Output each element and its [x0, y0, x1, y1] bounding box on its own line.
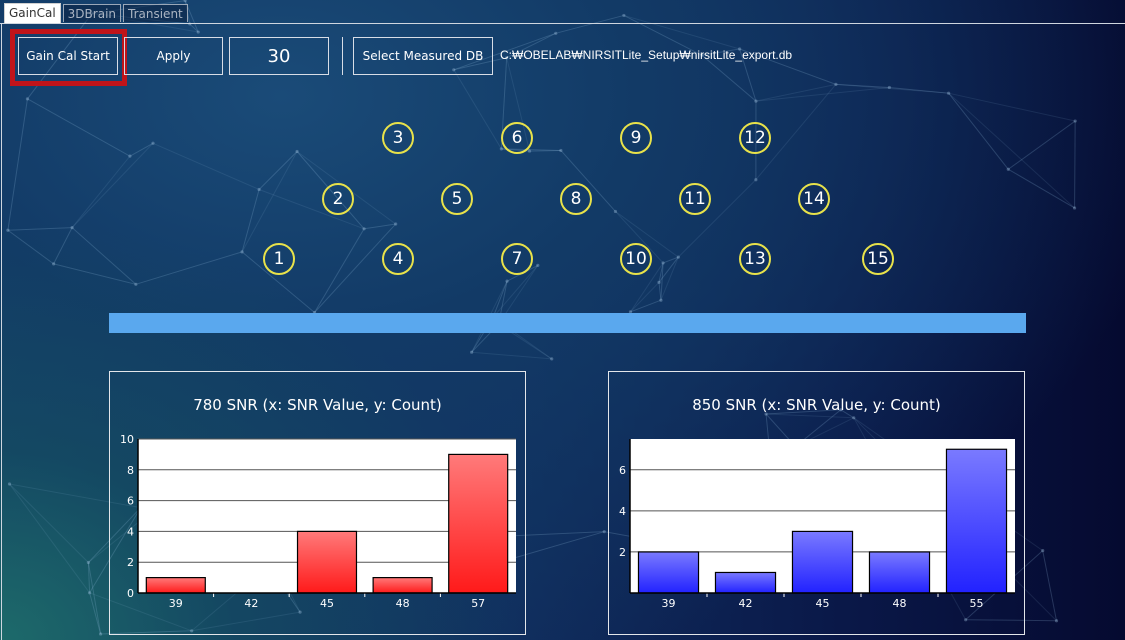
y-tick-label: 6: [619, 464, 626, 477]
bar: [945, 448, 1008, 594]
frame-left-border: [1, 23, 2, 640]
channel-8[interactable]: 8: [560, 183, 592, 215]
x-tick-label: 48: [893, 597, 907, 610]
chart-850-snr: 2 4 6 39 42 45 48 55: [619, 439, 1015, 610]
y-tick-label: 4: [127, 525, 134, 538]
channel-12[interactable]: 12: [739, 122, 771, 154]
chart-panel-850: 850 SNR (x: SNR Value, y: Count) 2 4 6 39 42…: [608, 371, 1025, 635]
bar: [145, 577, 206, 594]
toolbar-separator: [342, 37, 343, 75]
channel-5[interactable]: 5: [441, 183, 473, 215]
bar: [714, 571, 777, 594]
select-measured-db-button[interactable]: Select Measured DB: [353, 37, 493, 75]
y-tick-label: 2: [127, 556, 134, 569]
y-tick-label: 10: [120, 433, 134, 446]
bar: [637, 551, 700, 594]
channel-6[interactable]: 6: [501, 122, 533, 154]
bar: [296, 530, 358, 594]
x-tick-label: 45: [816, 597, 830, 610]
channel-7[interactable]: 7: [501, 243, 533, 275]
channel-15[interactable]: 15: [862, 243, 894, 275]
x-tick-label: 48: [396, 597, 410, 610]
tab-gaincal[interactable]: GainCal: [4, 3, 61, 23]
tab-divider: [0, 23, 1125, 24]
highlight-box: [10, 29, 127, 86]
bar: [372, 577, 433, 594]
y-tick-label: 6: [127, 495, 134, 508]
channel-2[interactable]: 2: [322, 183, 354, 215]
channel-13[interactable]: 13: [739, 243, 771, 275]
db-path-text: C:₩OBELAB₩NIRSITLite_Setup₩nirsitLite_ex…: [500, 48, 793, 62]
value-field[interactable]: 30: [229, 37, 329, 75]
x-tick-label: 57: [471, 597, 485, 610]
y-tick-label: 2: [619, 546, 626, 559]
chart-panel-780: 780 SNR (x: SNR Value, y: Count) 0 2 4 6 8 10…: [109, 371, 526, 635]
x-tick-label: 39: [662, 597, 676, 610]
channel-14[interactable]: 14: [798, 183, 830, 215]
bar: [868, 551, 931, 594]
x-tick-label: 42: [244, 597, 258, 610]
x-tick-label: 42: [739, 597, 753, 610]
x-tick-label: 45: [320, 597, 334, 610]
channel-3[interactable]: 3: [382, 122, 414, 154]
chart-780-snr: 0 2 4 6 8 10 39 42 45 48 57: [120, 433, 516, 610]
tab-transient[interactable]: Transient: [123, 4, 188, 22]
channel-9[interactable]: 9: [620, 122, 652, 154]
channel-11[interactable]: 11: [679, 183, 711, 215]
tab-3dbrain[interactable]: 3DBrain: [62, 4, 122, 22]
channel-1[interactable]: 1: [263, 243, 295, 275]
bar: [448, 453, 509, 594]
channel-10[interactable]: 10: [620, 243, 652, 275]
x-tick-label: 55: [970, 597, 984, 610]
x-tick-label: 39: [169, 597, 183, 610]
bar: [791, 530, 854, 594]
progress-bar: [109, 313, 1026, 333]
y-tick-label: 0: [127, 587, 134, 600]
tab-bar: GainCal 3DBrain Transient: [4, 3, 188, 23]
y-tick-label: 4: [619, 505, 626, 518]
apply-button[interactable]: Apply: [124, 37, 223, 75]
y-tick-label: 8: [127, 464, 134, 477]
channel-4[interactable]: 4: [382, 243, 414, 275]
